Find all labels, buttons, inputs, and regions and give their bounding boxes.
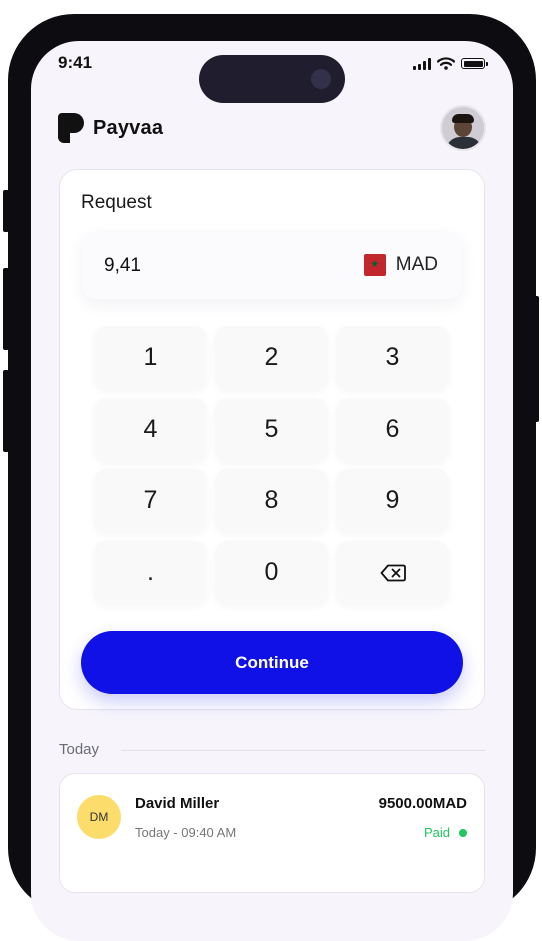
- key-5[interactable]: 5: [215, 398, 328, 461]
- brand-logo: Payvaa: [58, 113, 163, 143]
- today-section-header: Today: [59, 741, 485, 761]
- key-2[interactable]: 2: [215, 326, 328, 389]
- key-9[interactable]: 9: [336, 469, 449, 532]
- transaction-item[interactable]: DM David Miller Today - 09:40 AM 9500.00…: [59, 773, 485, 893]
- status-label: Paid: [423, 825, 450, 840]
- status-time: 9:41: [58, 53, 93, 72]
- side-button-left-2: [3, 268, 9, 350]
- profile-avatar[interactable]: [440, 105, 486, 151]
- amount-field[interactable]: 9,41 MAD: [82, 231, 462, 299]
- transaction-amount: 9500.00MAD: [378, 795, 467, 812]
- camera-icon: [311, 69, 331, 89]
- key-4[interactable]: 4: [94, 398, 207, 461]
- screen: 9:41 Payvaa Request 9,41 MAD: [31, 41, 513, 941]
- side-button-left-3: [3, 370, 9, 452]
- wifi-icon: [437, 57, 455, 70]
- status-dot-icon: [459, 828, 467, 837]
- backspace-icon: [380, 564, 406, 581]
- signal-icon: [413, 57, 431, 70]
- key-0[interactable]: 0: [215, 541, 328, 604]
- currency-selector[interactable]: MAD: [363, 254, 438, 276]
- side-button-left-1: [3, 190, 9, 232]
- contact-avatar: DM: [77, 795, 121, 839]
- key-7[interactable]: 7: [94, 469, 207, 532]
- key-6[interactable]: 6: [336, 398, 449, 461]
- key-decimal[interactable]: .: [94, 541, 207, 604]
- amount-value: 9,41: [104, 255, 141, 276]
- currency-code: MAD: [395, 254, 438, 275]
- brand-name: Payvaa: [93, 116, 164, 139]
- key-8[interactable]: 8: [215, 469, 328, 532]
- backspace-key[interactable]: [336, 541, 449, 604]
- request-title: Request: [81, 192, 152, 213]
- continue-button[interactable]: Continue: [81, 631, 463, 694]
- section-label: Today: [59, 741, 100, 758]
- key-1[interactable]: 1: [94, 326, 207, 389]
- dynamic-island: [199, 55, 345, 103]
- logo-mark-icon: [58, 113, 84, 143]
- transaction-time: Today - 09:40 AM: [135, 825, 237, 840]
- divider: [121, 750, 485, 751]
- request-card: Request 9,41 MAD 1 2 3 4 5 6 7 8 9 . 0: [59, 169, 485, 710]
- status-badge: Paid: [424, 825, 467, 840]
- status-icons: [413, 57, 488, 70]
- key-3[interactable]: 3: [336, 326, 449, 389]
- side-button-right: [533, 296, 539, 422]
- battery-icon: [461, 58, 488, 69]
- morocco-flag-icon: [363, 254, 386, 276]
- contact-name: David Miller: [135, 795, 220, 812]
